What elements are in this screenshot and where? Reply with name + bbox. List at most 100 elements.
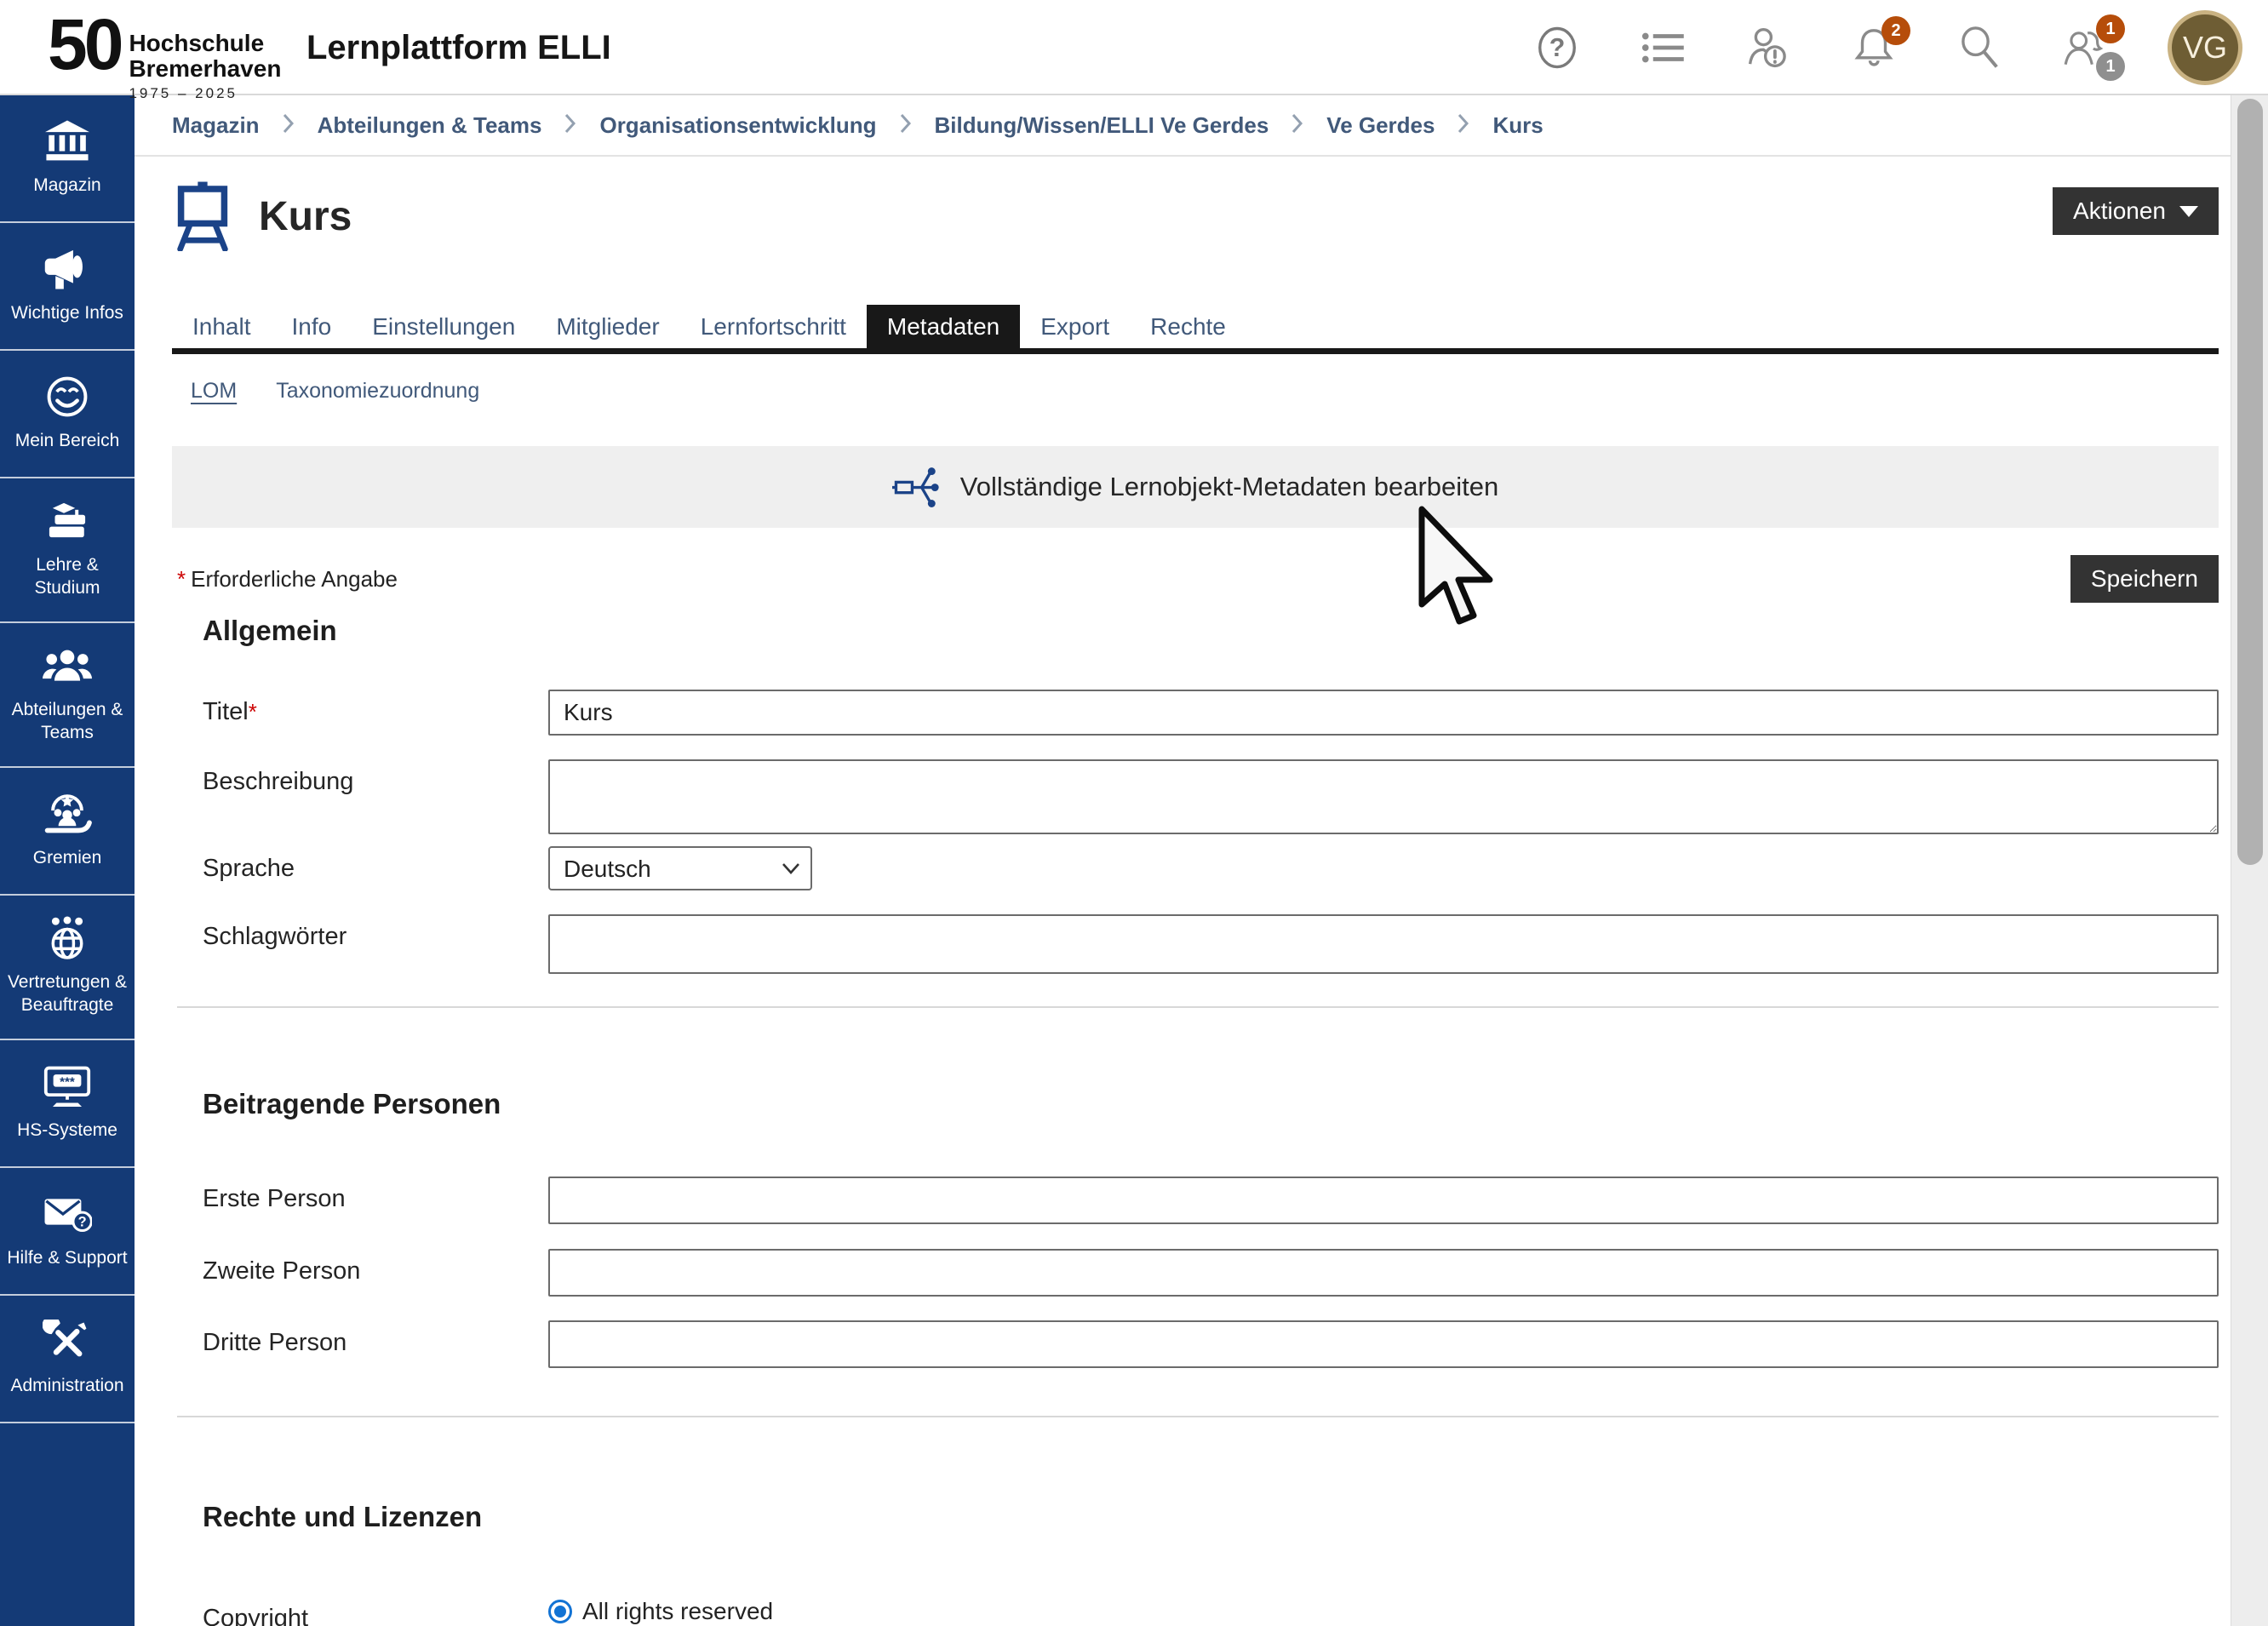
- user-status-icon[interactable]: [1745, 25, 1791, 71]
- people-group-icon: [43, 644, 92, 688]
- sidebar-item-mein-bereich[interactable]: Mein Bereich: [0, 351, 135, 478]
- globe-people-icon: [43, 916, 92, 960]
- tab-lernfortschritt[interactable]: Lernfortschritt: [680, 305, 867, 348]
- sprache-select[interactable]: Deutsch: [548, 846, 812, 890]
- section-heading-rechte: Rechte und Lizenzen: [203, 1501, 2219, 1537]
- zweite-person-input[interactable]: [548, 1249, 2219, 1297]
- chevron-right-icon: [899, 112, 913, 139]
- page-title-row: Kurs Aktionen: [172, 177, 2219, 255]
- tab-info[interactable]: Info: [272, 305, 352, 348]
- svg-text:?: ?: [78, 1214, 87, 1229]
- subtab-bar: LOM Taxonomiezuordnung: [172, 376, 2219, 405]
- chevron-right-icon: [282, 112, 295, 139]
- beschreibung-textarea[interactable]: [548, 759, 2219, 834]
- section-heading-allgemein: Allgemein: [203, 615, 2219, 650]
- mail-question-icon: ?: [43, 1192, 92, 1236]
- tab-bar: Inhalt Info Einstellungen Mitglieder Ler…: [172, 305, 2219, 354]
- form-row-sprache: Sprache Deutsch: [203, 846, 2219, 890]
- schlagwoerter-label: Schlagwörter: [203, 914, 548, 974]
- vertical-scrollbar[interactable]: [2231, 95, 2268, 1626]
- top-bar: 50 Hochschule Bremerhaven 1975 – 2025 Le…: [0, 0, 2268, 95]
- chevron-right-icon: [1291, 112, 1304, 139]
- sidebar-item-abteilungen-teams[interactable]: Abteilungen & Teams: [0, 623, 135, 768]
- sidebar-item-magazin[interactable]: Magazin: [0, 95, 135, 223]
- required-marker: *: [177, 566, 186, 592]
- logo-line2: Bremerhaven: [129, 56, 281, 82]
- sidebar: Magazin Wichtige Infos Mein: [0, 95, 135, 1626]
- bell-icon[interactable]: 2: [1851, 25, 1897, 71]
- breadcrumb-item[interactable]: Bildung/Wissen/ELLI Ve Gerdes: [935, 112, 1269, 139]
- form-row-titel: Titel*: [203, 690, 2219, 736]
- help-icon[interactable]: ?: [1534, 25, 1580, 71]
- sidebar-item-lehre-studium[interactable]: Lehre & Studium: [0, 478, 135, 623]
- contacts-badge-bottom: 1: [2096, 52, 2125, 81]
- committee-icon: [43, 792, 92, 836]
- tab-einstellungen[interactable]: Einstellungen: [352, 305, 536, 348]
- sidebar-item-hs-systeme[interactable]: *** HS-Systeme: [0, 1040, 135, 1168]
- form-row-dritte-person: Dritte Person: [203, 1320, 2219, 1368]
- sidebar-item-vertretungen[interactable]: Vertretungen & Beauftragte: [0, 896, 135, 1040]
- tools-icon: [43, 1320, 92, 1364]
- scrollbar-thumb[interactable]: [2237, 99, 2263, 865]
- breadcrumb-item[interactable]: Organisationsentwicklung: [599, 112, 876, 139]
- erste-person-label: Erste Person: [203, 1177, 548, 1224]
- tab-mitglieder[interactable]: Mitglieder: [536, 305, 679, 348]
- metadata-tree-icon: [892, 464, 942, 510]
- titel-input[interactable]: [548, 690, 2219, 736]
- bank-icon: [43, 119, 92, 163]
- tab-export[interactable]: Export: [1020, 305, 1130, 348]
- svg-text:?: ?: [1549, 34, 1566, 62]
- breadcrumb-item[interactable]: Abteilungen & Teams: [318, 112, 542, 139]
- page-title: Kurs: [259, 193, 352, 240]
- form-row-copyright: Copyright All rights reserved: [203, 1596, 2219, 1626]
- breadcrumb-item[interactable]: Magazin: [172, 112, 260, 139]
- copyright-label: Copyright: [203, 1596, 548, 1626]
- search-icon[interactable]: [1956, 25, 2002, 71]
- notifications-badge: 2: [1881, 16, 1910, 45]
- edit-full-metadata-banner[interactable]: Vollständige Lernobjekt-Metadaten bearbe…: [172, 446, 2219, 528]
- tab-inhalt[interactable]: Inhalt: [172, 305, 272, 348]
- sprache-label: Sprache: [203, 846, 548, 890]
- tab-rechte[interactable]: Rechte: [1130, 305, 1246, 348]
- app-title: Lernplattform ELLI: [306, 29, 611, 67]
- header-toolbar: ?: [1534, 0, 2242, 95]
- breadcrumb-item[interactable]: Ve Gerdes: [1326, 112, 1435, 139]
- smiley-icon: [43, 375, 92, 419]
- main-content: Magazin Abteilungen & Teams Organisation…: [135, 95, 2231, 1626]
- contacts-badge-top: 1: [2096, 14, 2125, 43]
- dritte-person-input[interactable]: [548, 1320, 2219, 1368]
- form-action-row: *Erforderliche Angabe Speichern: [172, 555, 2219, 603]
- course-easel-icon: [175, 181, 230, 251]
- screen: 50 Hochschule Bremerhaven 1975 – 2025 Le…: [0, 0, 2268, 1626]
- tab-metadaten[interactable]: Metadaten: [867, 305, 1020, 348]
- section-divider: [177, 1006, 2219, 1008]
- breadcrumb-item[interactable]: Kurs: [1492, 112, 1543, 139]
- subtab-taxonomiezuordnung[interactable]: Taxonomiezuordnung: [276, 379, 479, 404]
- chevron-right-icon: [564, 112, 577, 139]
- copyright-option-label: All rights reserved: [582, 1598, 773, 1625]
- sidebar-item-administration[interactable]: Administration: [0, 1296, 135, 1423]
- logo-50: 50: [48, 9, 120, 80]
- sidebar-item-hilfe-support[interactable]: ? Hilfe & Support: [0, 1168, 135, 1296]
- caret-down-icon: [2179, 206, 2198, 217]
- copyright-radio[interactable]: [548, 1600, 572, 1623]
- titel-label: Titel*: [203, 690, 548, 736]
- erste-person-input[interactable]: [548, 1177, 2219, 1224]
- university-logo[interactable]: 50 Hochschule Bremerhaven 1975 – 2025: [48, 9, 281, 102]
- contacts-icon[interactable]: 1 1: [2062, 25, 2108, 71]
- subtab-lom[interactable]: LOM: [191, 379, 237, 404]
- schlagwoerter-input[interactable]: [548, 914, 2219, 974]
- beschreibung-label: Beschreibung: [203, 759, 548, 839]
- chevron-right-icon: [1457, 112, 1470, 139]
- avatar[interactable]: VG: [2168, 10, 2242, 85]
- sidebar-item-gremien[interactable]: Gremien: [0, 768, 135, 896]
- actions-button[interactable]: Aktionen: [2053, 187, 2219, 235]
- sidebar-item-wichtige-infos[interactable]: Wichtige Infos: [0, 223, 135, 351]
- logo-line1: Hochschule: [129, 31, 281, 56]
- dritte-person-label: Dritte Person: [203, 1320, 548, 1368]
- list-icon[interactable]: [1640, 25, 1686, 71]
- form-row-schlagwoerter: Schlagwörter: [203, 914, 2219, 974]
- form-row-beschreibung: Beschreibung: [203, 759, 2219, 839]
- section-heading-beitragende: Beitragende Personen: [203, 1088, 2219, 1124]
- save-button[interactable]: Speichern: [2070, 555, 2219, 603]
